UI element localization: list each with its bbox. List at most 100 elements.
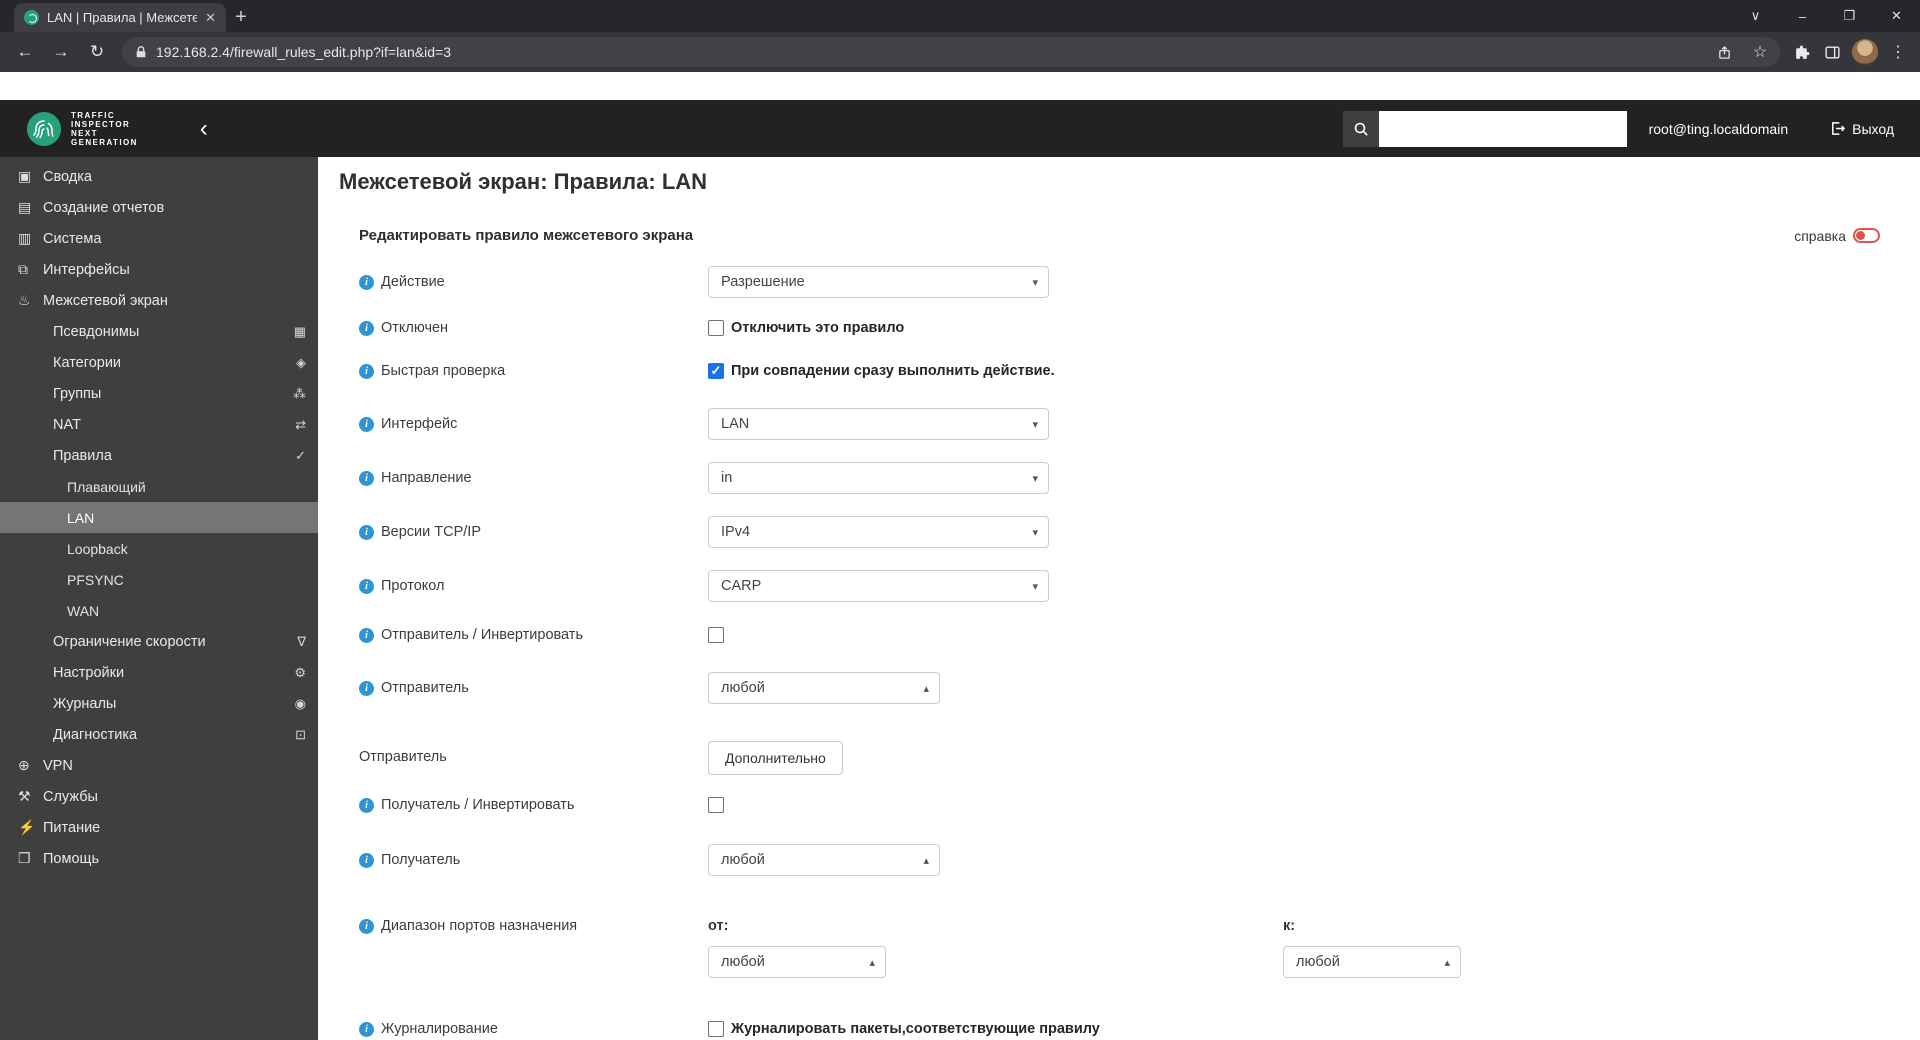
protocol-select[interactable]: CARP▾ <box>708 570 1049 602</box>
window-controls: ∨ – ❐ ✕ <box>1732 0 1920 32</box>
destination-select[interactable]: любой▴ <box>708 844 940 876</box>
window-close-button[interactable]: ✕ <box>1873 0 1920 32</box>
sidebar-item-floating[interactable]: Плавающий <box>0 471 318 502</box>
ipversion-select[interactable]: IPv4▾ <box>708 516 1049 548</box>
action-select[interactable]: Разрешение▾ <box>708 266 1049 298</box>
sidebar-item-reporting[interactable]: ▤Создание отчетов <box>0 192 318 223</box>
side-panel-icon[interactable] <box>1818 38 1846 66</box>
sidebar-item-help[interactable]: ❐Помощь <box>0 843 318 874</box>
sidebar-item-categories[interactable]: Категории◈ <box>0 347 318 378</box>
tab-search-icon[interactable]: ∨ <box>1732 0 1779 32</box>
header-search <box>1343 111 1627 147</box>
brand-logo[interactable]: TRAFFIC INSPECTOR NEXT GENERATION <box>26 111 138 147</box>
back-icon[interactable]: ← <box>8 35 42 69</box>
disabled-checkbox[interactable] <box>708 320 724 336</box>
extensions-puzzle-icon[interactable] <box>1788 38 1816 66</box>
tab-close-icon[interactable]: ✕ <box>205 10 216 26</box>
info-icon[interactable]: i <box>359 628 374 643</box>
sidebar-item-firewall[interactable]: ♨Межсетевой экран <box>0 285 318 316</box>
refresh-icon[interactable]: ↻ <box>80 35 114 69</box>
search-input[interactable] <box>1379 111 1627 147</box>
sidebar-item-wan[interactable]: WAN <box>0 595 318 626</box>
new-tab-button[interactable]: + <box>226 2 256 32</box>
caret-down-icon: ▾ <box>1022 276 1038 289</box>
form-row-interface: iИнтерфейсLAN▾ <box>359 408 1920 462</box>
info-icon[interactable]: i <box>359 321 374 336</box>
form-control-destination-invert <box>708 797 724 844</box>
form-label-interface: iИнтерфейс <box>359 408 708 462</box>
form-row-direction: iНаправлениеin▾ <box>359 462 1920 516</box>
source-invert-checkbox[interactable] <box>708 627 724 643</box>
sidebar-item-loopback[interactable]: Loopback <box>0 533 318 564</box>
search-icon <box>1353 121 1369 137</box>
source-invert-checkbox-row <box>708 627 724 643</box>
sidebar-item-logs[interactable]: Журналы◉ <box>0 688 318 719</box>
sidebar-item-rules[interactable]: Правила✓ <box>0 440 318 471</box>
info-icon[interactable]: i <box>359 798 374 813</box>
bookmark-star-icon[interactable]: ☆ <box>1746 38 1774 66</box>
info-icon[interactable]: i <box>359 919 374 934</box>
tab-title: LAN | Правила | Межсетевой эк <box>47 10 197 25</box>
sidebar-item-vpn[interactable]: ⊕VPN <box>0 750 318 781</box>
sidebar-item-settings[interactable]: Настройки⚙ <box>0 657 318 688</box>
site-favicon-icon <box>24 10 39 25</box>
panel-title: Редактировать правило межсетевого экрана <box>359 227 693 244</box>
help-link[interactable]: справка <box>1794 228 1846 244</box>
search-button[interactable] <box>1343 111 1379 147</box>
direction-select[interactable]: in▾ <box>708 462 1049 494</box>
sidebar-item-label: PFSYNC <box>67 572 124 588</box>
sidebar-item-power[interactable]: ⚡Питание <box>0 812 318 843</box>
destination-invert-checkbox[interactable] <box>708 797 724 813</box>
form-row-action: iДействиеРазрешение▾ <box>359 266 1920 320</box>
sidebar-item-services[interactable]: ⚒Службы <box>0 781 318 812</box>
form-label-disabled: iОтключен <box>359 320 708 363</box>
port-to-label: к: <box>1283 918 1461 935</box>
info-icon[interactable]: i <box>359 853 374 868</box>
source-select[interactable]: любой▴ <box>708 672 940 704</box>
sidebar-item-nat[interactable]: NAT⇄ <box>0 409 318 440</box>
info-icon[interactable]: i <box>359 417 374 432</box>
window-minimize-button[interactable]: – <box>1779 0 1826 32</box>
info-icon[interactable]: i <box>359 364 374 379</box>
sidebar-item-diagnostics[interactable]: Диагностика⊡ <box>0 719 318 750</box>
info-icon[interactable]: i <box>359 681 374 696</box>
form-control-source-invert <box>708 627 724 672</box>
logged-in-user[interactable]: root@ting.localdomain <box>1649 121 1789 137</box>
sidebar-item-shaper[interactable]: Ограничение скорости∇ <box>0 626 318 657</box>
sidebar-item-system[interactable]: ▥Система <box>0 223 318 254</box>
help-toggle-icon[interactable] <box>1853 228 1880 243</box>
form-label-logging: iЖурналирование <box>359 1021 708 1040</box>
sidebar-item-lan[interactable]: LAN <box>0 502 318 533</box>
form-label-source: iОтправитель <box>359 672 708 741</box>
info-icon[interactable]: i <box>359 471 374 486</box>
browser-profile-avatar[interactable] <box>1852 39 1878 65</box>
sidebar-item-groups[interactable]: Группы⁂ <box>0 378 318 409</box>
sidebar-item-interfaces[interactable]: ⧉Интерфейсы <box>0 254 318 285</box>
logging-checkbox[interactable] <box>708 1021 724 1037</box>
info-icon[interactable]: i <box>359 525 374 540</box>
logout-button[interactable]: Выход <box>1830 121 1894 137</box>
dst-port-from-select[interactable]: любой▴ <box>708 946 886 978</box>
quick-checkbox[interactable] <box>708 363 724 379</box>
form-row-ipversion: iВерсии TCP/IPIPv4▾ <box>359 516 1920 570</box>
browser-toolbar: ← → ↻ 192.168.2.4/firewall_rules_edit.ph… <box>0 32 1920 72</box>
info-icon[interactable]: i <box>359 579 374 594</box>
dst-port-to-select[interactable]: любой▴ <box>1283 946 1461 978</box>
info-icon[interactable]: i <box>359 1022 374 1037</box>
forward-icon[interactable]: → <box>44 35 78 69</box>
sidebar-collapse-icon[interactable]: ‹ <box>200 117 208 141</box>
interfaces-icon: ⧉ <box>18 261 43 278</box>
share-icon[interactable] <box>1710 38 1738 66</box>
form-label-destination-invert: iПолучатель / Инвертировать <box>359 797 708 844</box>
sidebar-item-dashboard[interactable]: ▣Сводка <box>0 161 318 192</box>
source-advanced-button[interactable]: Дополнительно <box>708 741 843 775</box>
sidebar-item-pfsync[interactable]: PFSYNC <box>0 564 318 595</box>
interface-select[interactable]: LAN▾ <box>708 408 1049 440</box>
sidebar-item-label: Система <box>43 231 101 247</box>
address-bar[interactable]: 192.168.2.4/firewall_rules_edit.php?if=l… <box>122 37 1780 67</box>
info-icon[interactable]: i <box>359 275 374 290</box>
browser-tab[interactable]: LAN | Правила | Межсетевой эк ✕ <box>14 3 226 32</box>
browser-menu-kebab-icon[interactable]: ⋮ <box>1884 38 1912 66</box>
sidebar-item-aliases[interactable]: Псевдонимы▦ <box>0 316 318 347</box>
window-restore-button[interactable]: ❐ <box>1826 0 1873 32</box>
